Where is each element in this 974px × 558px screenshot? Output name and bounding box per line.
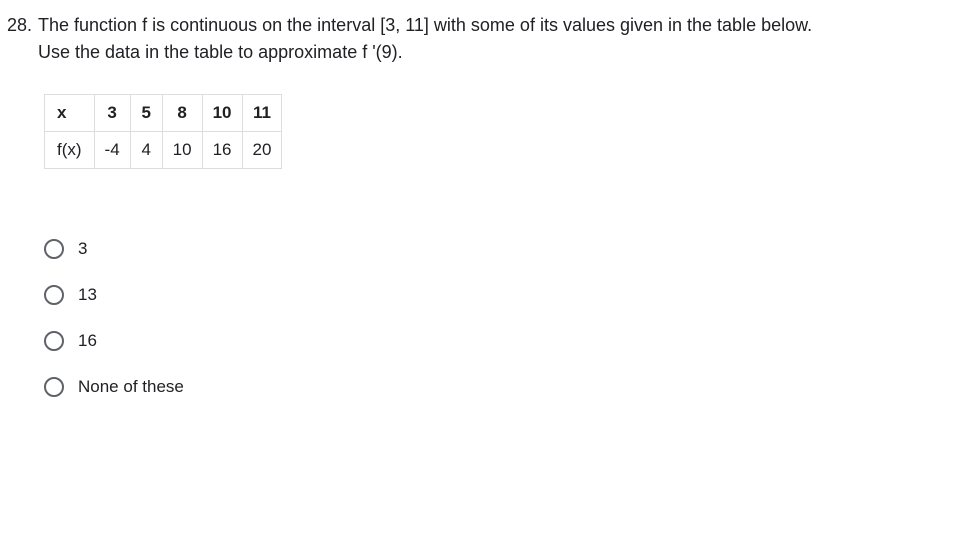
table-cell: 11 bbox=[242, 95, 282, 132]
option-label: 16 bbox=[78, 331, 97, 351]
table-header-x: x bbox=[45, 95, 95, 132]
table-row: x 3 5 8 10 11 bbox=[45, 95, 282, 132]
table-cell: 8 bbox=[162, 95, 202, 132]
table-cell: 4 bbox=[130, 132, 162, 169]
table-cell: 10 bbox=[162, 132, 202, 169]
table-cell: 16 bbox=[202, 132, 242, 169]
table-header-fx: f(x) bbox=[45, 132, 95, 169]
table-row: f(x) -4 4 10 16 20 bbox=[45, 132, 282, 169]
data-table: x 3 5 8 10 11 f(x) -4 4 10 16 20 bbox=[44, 94, 282, 169]
option-4[interactable]: None of these bbox=[44, 377, 974, 397]
question-number: 28. bbox=[0, 12, 38, 39]
radio-icon bbox=[44, 285, 64, 305]
table-cell: 10 bbox=[202, 95, 242, 132]
option-label: 13 bbox=[78, 285, 97, 305]
table-cell: 5 bbox=[130, 95, 162, 132]
option-3[interactable]: 16 bbox=[44, 331, 974, 351]
question-body: The function f is continuous on the inte… bbox=[38, 12, 954, 66]
radio-icon bbox=[44, 239, 64, 259]
option-label: None of these bbox=[78, 377, 184, 397]
option-1[interactable]: 3 bbox=[44, 239, 974, 259]
table-cell: 20 bbox=[242, 132, 282, 169]
radio-icon bbox=[44, 377, 64, 397]
question-container: 28. The function f is continuous on the … bbox=[0, 0, 974, 397]
radio-icon bbox=[44, 331, 64, 351]
question-text: 28. The function f is continuous on the … bbox=[0, 0, 974, 66]
options-list: 3 13 16 None of these bbox=[44, 239, 974, 397]
table-cell: -4 bbox=[94, 132, 130, 169]
table-cell: 3 bbox=[94, 95, 130, 132]
option-label: 3 bbox=[78, 239, 87, 259]
option-2[interactable]: 13 bbox=[44, 285, 974, 305]
question-line-2: Use the data in the table to approximate… bbox=[38, 42, 403, 62]
question-line-1: The function f is continuous on the inte… bbox=[38, 15, 812, 35]
